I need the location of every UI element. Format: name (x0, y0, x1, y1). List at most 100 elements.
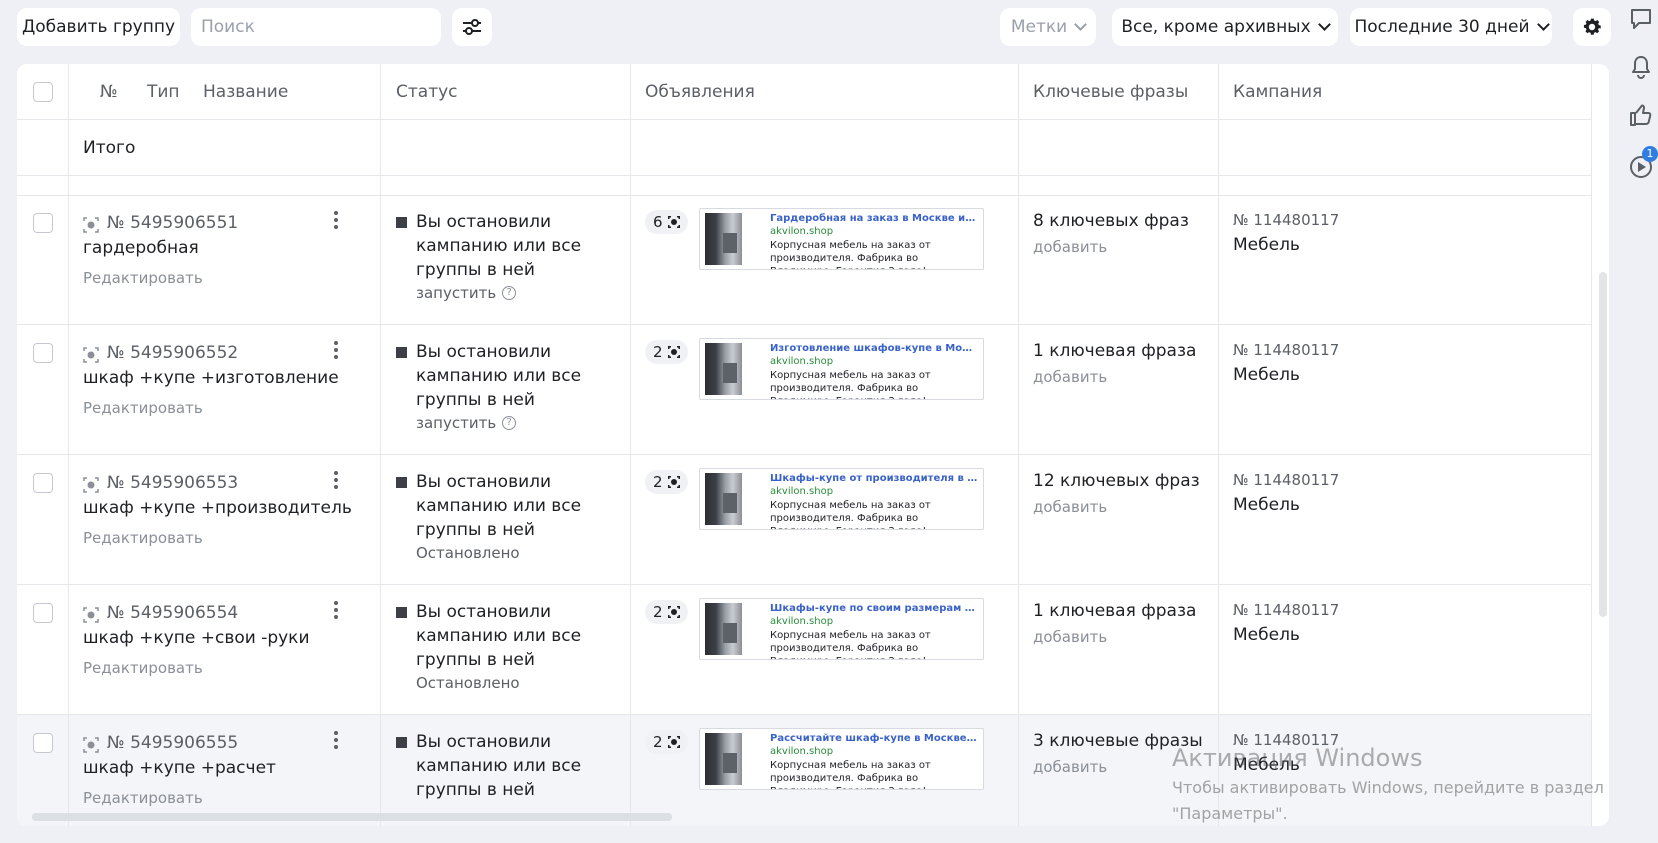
campaign-cell: № 114480117 Мебель (1219, 455, 1592, 584)
total-label: Итого (83, 138, 136, 158)
status-cell: Вы остановили кампанию или все группы в … (381, 195, 631, 324)
group-name[interactable]: шкаф +купе +расчет (83, 758, 276, 778)
add-keywords-link[interactable]: добавить (1033, 238, 1107, 256)
search-input[interactable] (191, 8, 441, 46)
campaign-name[interactable]: Мебель (1233, 625, 1300, 645)
table-row[interactable]: № 5495906552 шкаф +купе +изготовление Ре… (17, 325, 1592, 455)
ad-image (705, 733, 742, 785)
status-action-label: Остановлено (416, 544, 520, 562)
edit-group-link[interactable]: Редактировать (83, 529, 203, 547)
total-cell-4 (1019, 120, 1219, 175)
row-checkbox[interactable] (33, 733, 53, 753)
select-all-checkbox[interactable] (33, 82, 53, 102)
header-type[interactable]: Тип (147, 82, 180, 102)
campaign-name[interactable]: Мебель (1233, 365, 1300, 385)
ad-image (705, 343, 742, 395)
tags-dropdown[interactable]: Метки (1000, 8, 1096, 46)
thumbs-up-icon[interactable] (1628, 102, 1654, 128)
more-menu-icon[interactable] (333, 341, 339, 363)
row-checkbox-cell (17, 195, 69, 324)
header-num[interactable]: № (100, 82, 118, 102)
row-checkbox[interactable] (33, 213, 53, 233)
bell-icon[interactable] (1628, 54, 1654, 80)
ad-count-badge[interactable]: 2 (645, 730, 688, 754)
ad-preview[interactable]: Гардеробная на заказ в Москве и МО. – Лю… (699, 208, 984, 270)
add-keywords-link[interactable]: добавить (1033, 628, 1107, 646)
row-checkbox[interactable] (33, 603, 53, 623)
header-campaign[interactable]: Кампания (1233, 82, 1322, 102)
edit-group-link[interactable]: Редактировать (83, 269, 203, 287)
ad-image (705, 473, 742, 525)
ad-preview[interactable]: Рассчитайте шкаф-купе в Москве и МО. – Л… (699, 728, 984, 790)
tags-label: Метки (1010, 17, 1068, 37)
ads-cell: 2 Рассчитайте шкаф-купе в Москве и МО. –… (631, 715, 1019, 826)
chat-icon[interactable] (1628, 6, 1654, 32)
ad-domain: akvilon.shop (770, 746, 834, 757)
add-group-button[interactable]: Добавить группу (17, 8, 180, 46)
header-keywords[interactable]: Ключевые фразы (1033, 82, 1188, 102)
edit-group-link[interactable]: Редактировать (83, 789, 203, 807)
row-checkbox[interactable] (33, 343, 53, 363)
ad-preview[interactable]: Изготовление шкафов-купе в Москве и МО. … (699, 338, 984, 400)
keywords-count[interactable]: 1 ключевая фраза (1033, 341, 1196, 361)
table-row[interactable]: № 5495906551 гардеробная Редактировать В… (17, 195, 1592, 325)
group-name[interactable]: гардеробная (83, 238, 199, 258)
play-widget[interactable]: 1 (1628, 146, 1658, 180)
add-keywords-link[interactable]: добавить (1033, 368, 1107, 386)
row-checkbox[interactable] (33, 473, 53, 493)
campaign-cell: № 114480117 Мебель (1219, 325, 1592, 454)
keywords-cell: 1 ключевая фраза добавить (1019, 325, 1219, 454)
group-cell: № 5495906555 шкаф +купе +расчет Редактир… (69, 715, 381, 826)
horizontal-scrollbar[interactable] (32, 813, 672, 821)
edit-group-link[interactable]: Редактировать (83, 399, 203, 417)
ad-count-badge[interactable]: 2 (645, 470, 688, 494)
more-menu-icon[interactable] (333, 731, 339, 753)
keywords-count[interactable]: 12 ключевых фраз (1033, 471, 1200, 491)
windows-activation-line2: "Параметры". (1172, 804, 1288, 823)
filter-button[interactable] (452, 8, 492, 46)
table-row[interactable]: № 5495906554 шкаф +купе +свои -руки Реда… (17, 585, 1592, 715)
add-keywords-link[interactable]: добавить (1033, 498, 1107, 516)
header-name[interactable]: Название (203, 82, 288, 102)
ad-count: 2 (653, 473, 663, 491)
vertical-scrollbar[interactable] (1599, 272, 1607, 617)
keywords-cell: 1 ключевая фраза добавить (1019, 585, 1219, 714)
help-icon[interactable]: ? (502, 286, 517, 300)
more-menu-icon[interactable] (333, 471, 339, 493)
add-keywords-link[interactable]: добавить (1033, 758, 1107, 776)
period-dropdown[interactable]: Последние 30 дней (1350, 8, 1552, 46)
status-action: Остановлено (416, 674, 520, 692)
group-name[interactable]: шкаф +купе +изготовление (83, 368, 339, 388)
help-icon[interactable]: ? (502, 416, 517, 430)
campaign-name[interactable]: Мебель (1233, 235, 1300, 255)
table-row[interactable]: № 5495906553 шкаф +купе +производитель Р… (17, 455, 1592, 585)
header-name-cell: № Тип Название (69, 64, 381, 119)
ad-preview[interactable]: Шкафы-купе по своим размерам в Москве и … (699, 598, 984, 660)
header-ads-cell: Объявления (631, 64, 1019, 119)
ad-count-badge[interactable]: 2 (645, 340, 688, 364)
status-action[interactable]: запустить? (416, 414, 517, 432)
group-name[interactable]: шкаф +купе +производитель (83, 498, 352, 518)
ad-domain: akvilon.shop (770, 616, 834, 627)
settings-button[interactable] (1573, 8, 1611, 46)
campaign-name[interactable]: Мебель (1233, 495, 1300, 515)
keywords-count[interactable]: 1 ключевая фраза (1033, 601, 1196, 621)
group-name[interactable]: шкаф +купе +свои -руки (83, 628, 310, 648)
edit-group-link[interactable]: Редактировать (83, 659, 203, 677)
target-icon (667, 606, 680, 618)
archive-filter-dropdown[interactable]: Все, кроме архивных (1112, 8, 1338, 46)
sliders-icon (463, 19, 481, 35)
target-icon (667, 476, 680, 488)
keywords-count[interactable]: 8 ключевых фраз (1033, 211, 1189, 231)
header-status[interactable]: Статус (396, 82, 458, 102)
ad-count-badge[interactable]: 6 (645, 210, 688, 234)
header-ads[interactable]: Объявления (645, 82, 755, 102)
ad-count-badge[interactable]: 2 (645, 600, 688, 624)
more-menu-icon[interactable] (333, 211, 339, 233)
group-cell: № 5495906554 шкаф +купе +свои -руки Реда… (69, 585, 381, 714)
target-icon (667, 736, 680, 748)
windows-activation-line1: Чтобы активировать Windows, перейдите в … (1172, 778, 1604, 797)
ad-preview[interactable]: Шкафы-купе от производителя в Москве и М… (699, 468, 984, 530)
more-menu-icon[interactable] (333, 601, 339, 623)
status-action[interactable]: запустить? (416, 284, 517, 302)
